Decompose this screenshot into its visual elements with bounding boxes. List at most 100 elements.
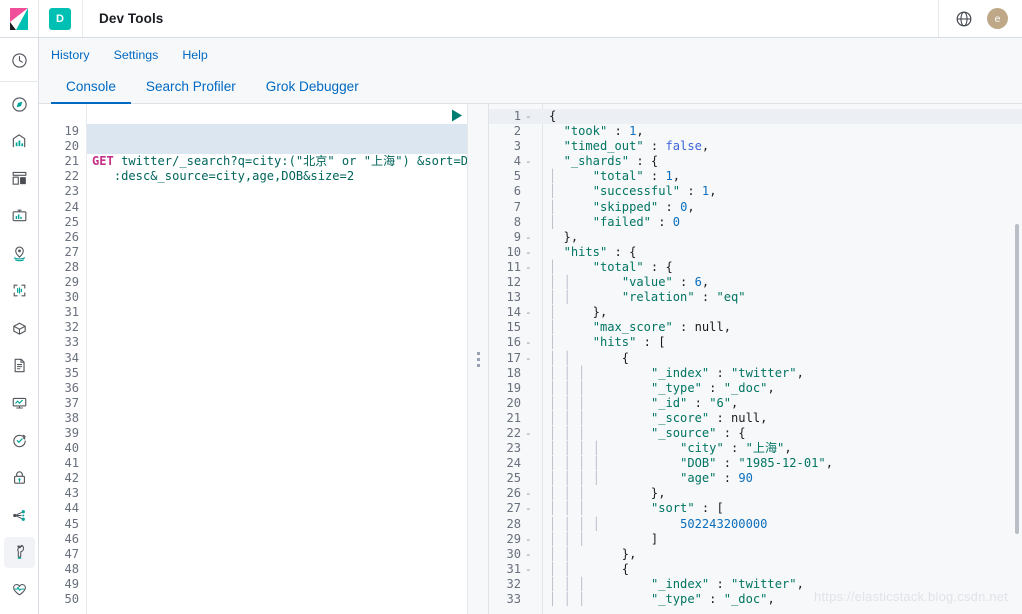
sidebar-item-discover[interactable]	[4, 89, 35, 120]
tab-console[interactable]: Console	[51, 80, 131, 104]
menu-help[interactable]: Help	[182, 48, 207, 62]
response-line-row: 14- │ },	[489, 305, 1022, 320]
page-title: Dev Tools	[99, 11, 164, 26]
response-line-row: 1- {	[489, 109, 1022, 125]
request-line-row: 48	[39, 562, 467, 577]
request-line-row: 50	[39, 592, 467, 607]
avatar[interactable]: e	[987, 8, 1008, 29]
sidebar-item-machine-learning[interactable]	[4, 275, 35, 306]
fold-toggle-icon[interactable]: -	[525, 260, 533, 275]
response-line-row: 29- │ │ │ ]	[489, 532, 1022, 547]
request-line-row: 25	[39, 215, 467, 230]
response-line-row: 8 │ "failed" : 0	[489, 215, 1022, 230]
dashboard-grid-icon	[12, 172, 26, 186]
fold-toggle-icon[interactable]: -	[525, 305, 533, 320]
line-number: 3	[513, 139, 521, 154]
sidebar-item-recently-viewed[interactable]	[4, 45, 35, 76]
line-number: 15	[506, 320, 521, 335]
line-number: 49	[64, 576, 79, 591]
request-line-row: 45	[39, 517, 467, 532]
line-number: 20	[506, 395, 521, 410]
sidebar-item-canvas[interactable]	[4, 201, 35, 232]
response-code-text: │ │ │ │ 502243200000	[549, 516, 768, 531]
header-actions: e	[938, 0, 1022, 37]
fold-toggle-icon[interactable]: -	[525, 335, 533, 350]
line-number: 18	[506, 365, 521, 380]
response-editor[interactable]: 1-{2 "took" : 1, 3 "timed_out" : false, 4-…	[489, 104, 1022, 614]
fold-toggle-icon[interactable]: -	[525, 426, 533, 441]
line-number: 28	[506, 516, 521, 531]
request-line-row: 47	[39, 547, 467, 562]
menu-settings[interactable]: Settings	[114, 48, 159, 62]
kibana-logo-icon	[9, 7, 28, 30]
panel-splitter[interactable]	[467, 104, 489, 614]
response-lines: 1-{2 "took" : 1, 3 "timed_out" : false, 4-…	[489, 104, 1022, 607]
line-number: 33	[506, 592, 521, 606]
request-line-row: 49	[39, 577, 467, 592]
fold-toggle-icon[interactable]: -	[525, 501, 533, 516]
line-number: 19	[506, 380, 521, 395]
line-number: 41	[64, 456, 79, 471]
sidebar-item-siem[interactable]	[4, 462, 35, 493]
request-line-row: 41	[39, 456, 467, 471]
sidebar-item-maps[interactable]	[4, 238, 35, 269]
response-code-text: │ │ │ ]	[549, 531, 659, 546]
line-number: 35	[64, 365, 79, 380]
console-menu-bar: History Settings Help	[39, 38, 1022, 71]
tab-search-profiler[interactable]: Search Profiler	[131, 80, 251, 103]
fold-toggle-icon[interactable]: -	[525, 230, 533, 245]
response-code-text: │ │ │ "_type" : "_doc",	[549, 592, 775, 606]
globe-help-icon[interactable]	[955, 10, 973, 28]
sidebar-item-logs[interactable]	[4, 350, 35, 381]
response-line-row: 31- │ │ {	[489, 562, 1022, 577]
line-number: 43	[64, 486, 79, 501]
fold-toggle-icon[interactable]: -	[525, 351, 533, 366]
fold-toggle-icon[interactable]: -	[525, 547, 533, 562]
sidebar-item-infrastructure[interactable]	[4, 313, 35, 344]
sidebar-item-dev-tools[interactable]	[3, 537, 35, 569]
sidebar-item-apm[interactable]	[4, 388, 35, 419]
response-line-row: 20 │ │ │ "_id" : "6",	[489, 396, 1022, 411]
fold-toggle-icon[interactable]: -	[525, 245, 533, 260]
console-body: 19 20 GET twitter/_search?q=city:("北京" o…	[39, 104, 1022, 614]
kibana-logo-button[interactable]	[0, 0, 39, 37]
response-line-row: 11- │ "total" : {	[489, 260, 1022, 275]
graph-nodes-icon	[12, 509, 25, 521]
line-number: 22	[506, 425, 521, 440]
line-number: 32	[506, 576, 521, 591]
line-number: 24	[506, 456, 521, 471]
response-code-text: │ │ },	[549, 546, 637, 561]
fold-toggle-icon[interactable]: -	[525, 109, 533, 124]
machine-learning-icon	[13, 285, 25, 297]
response-scrollbar[interactable]	[1015, 224, 1019, 534]
response-code-text: │ "failed" : 0	[549, 214, 681, 229]
response-line-row: 4- "_shards" : {	[489, 154, 1022, 169]
sidebar-item-stack-monitoring[interactable]	[4, 574, 35, 605]
sidebar-item-uptime[interactable]	[4, 425, 35, 456]
request-line-row: 29	[39, 275, 467, 290]
response-line-row: 26- │ │ │ },	[489, 486, 1022, 501]
fold-toggle-icon[interactable]: -	[525, 532, 533, 547]
request-editor[interactable]: 19 20 GET twitter/_search?q=city:("北京" o…	[39, 104, 467, 614]
fold-toggle-icon[interactable]: -	[525, 154, 533, 169]
response-code-text: │ "successful" : 1,	[549, 184, 717, 199]
request-line-row: 32	[39, 320, 467, 335]
line-number: 24	[64, 199, 79, 214]
line-number: 4	[513, 154, 521, 169]
sidebar-item-dashboard[interactable]	[4, 163, 35, 194]
fold-toggle-icon[interactable]: -	[525, 562, 533, 577]
tab-grok-debugger[interactable]: Grok Debugger	[251, 80, 374, 103]
sidebar-item-visualize[interactable]	[4, 126, 35, 157]
dev-tools-tabs: Console Search Profiler Grok Debugger	[39, 71, 1022, 104]
sidebar-item-graph[interactable]	[4, 500, 35, 531]
play-run-icon[interactable]	[449, 108, 464, 123]
line-number: 26	[64, 229, 79, 244]
menu-history[interactable]: History	[51, 48, 90, 62]
response-line-row: 33 │ │ │ "_type" : "_doc",	[489, 592, 1022, 607]
fold-toggle-icon[interactable]: -	[525, 486, 533, 501]
app-badge-wrap: D	[39, 0, 83, 37]
line-number: 26	[506, 486, 521, 501]
line-number: 21	[64, 154, 79, 169]
response-line-row: 22- │ │ │ "_source" : {	[489, 426, 1022, 441]
line-number: 44	[64, 501, 79, 516]
